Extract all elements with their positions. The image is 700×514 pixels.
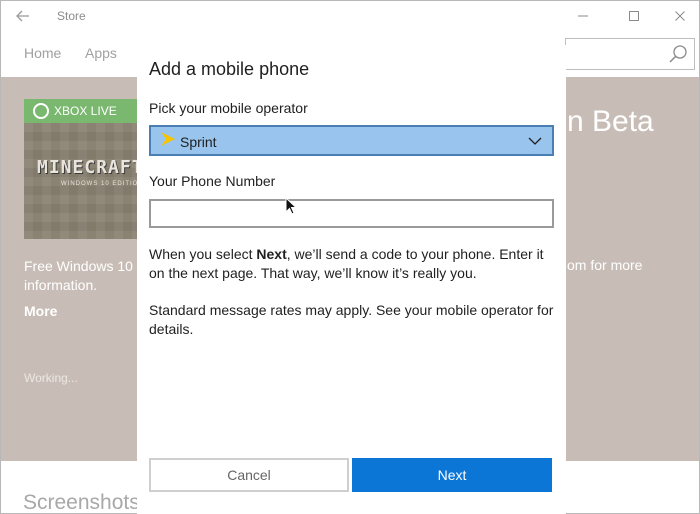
cancel-button[interactable]: Cancel [149, 458, 349, 492]
game-cover-title: MINECRAFT [37, 157, 144, 178]
minimize-icon [578, 15, 588, 17]
operator-select[interactable]: Sprint [149, 125, 554, 156]
rates-note: Standard message rates may apply. See yo… [149, 302, 554, 337]
info-text-next: Next [256, 246, 287, 262]
hero-description-tail: om for more [567, 257, 643, 273]
info-text-start: When you select [149, 246, 257, 262]
operator-selected-value: Sprint [180, 134, 217, 150]
mouse-cursor-icon [285, 197, 297, 215]
close-icon [675, 11, 685, 21]
operator-label: Pick your mobile operator [149, 100, 308, 116]
hero-heading: n Beta [567, 105, 654, 138]
nav-home[interactable]: Home [24, 45, 61, 61]
next-button[interactable]: Next [352, 458, 552, 492]
xbox-live-label: XBOX LIVE [54, 104, 117, 118]
phone-number-label: Your Phone Number [149, 173, 276, 189]
maximize-icon [629, 11, 639, 21]
maximize-button[interactable] [616, 5, 652, 27]
search-input[interactable] [565, 38, 695, 70]
window-title: Store [57, 9, 86, 23]
title-bar: Store [1, 1, 699, 31]
chevron-down-icon [528, 137, 542, 145]
xbox-logo-icon [33, 103, 49, 119]
search-icon[interactable] [668, 44, 688, 64]
close-button[interactable] [662, 5, 698, 27]
hero-description-line-2: information. [24, 277, 98, 293]
info-text: When you select Next, we’ll send a code … [149, 245, 559, 283]
dialog-title: Add a mobile phone [149, 59, 310, 79]
add-mobile-phone-dialog: Add a mobile phone Pick your mobile oper… [137, 45, 566, 514]
more-link[interactable]: More [24, 303, 57, 319]
nav-apps[interactable]: Apps [85, 45, 117, 61]
hero-description: Free Windows 10 v information. [24, 257, 139, 295]
status-text: Working... [24, 371, 78, 385]
hero-description-line-1: Free Windows 10 v [24, 258, 139, 274]
store-window: Store Home Apps XBOX LIVE MINECRAFT WIND… [0, 0, 700, 514]
back-button[interactable] [9, 5, 37, 27]
phone-number-input[interactable] [149, 199, 554, 228]
back-arrow-icon [16, 10, 29, 22]
sprint-logo-icon [161, 132, 175, 146]
minimize-button[interactable] [565, 5, 601, 27]
screenshots-heading: Screenshots [23, 491, 140, 514]
